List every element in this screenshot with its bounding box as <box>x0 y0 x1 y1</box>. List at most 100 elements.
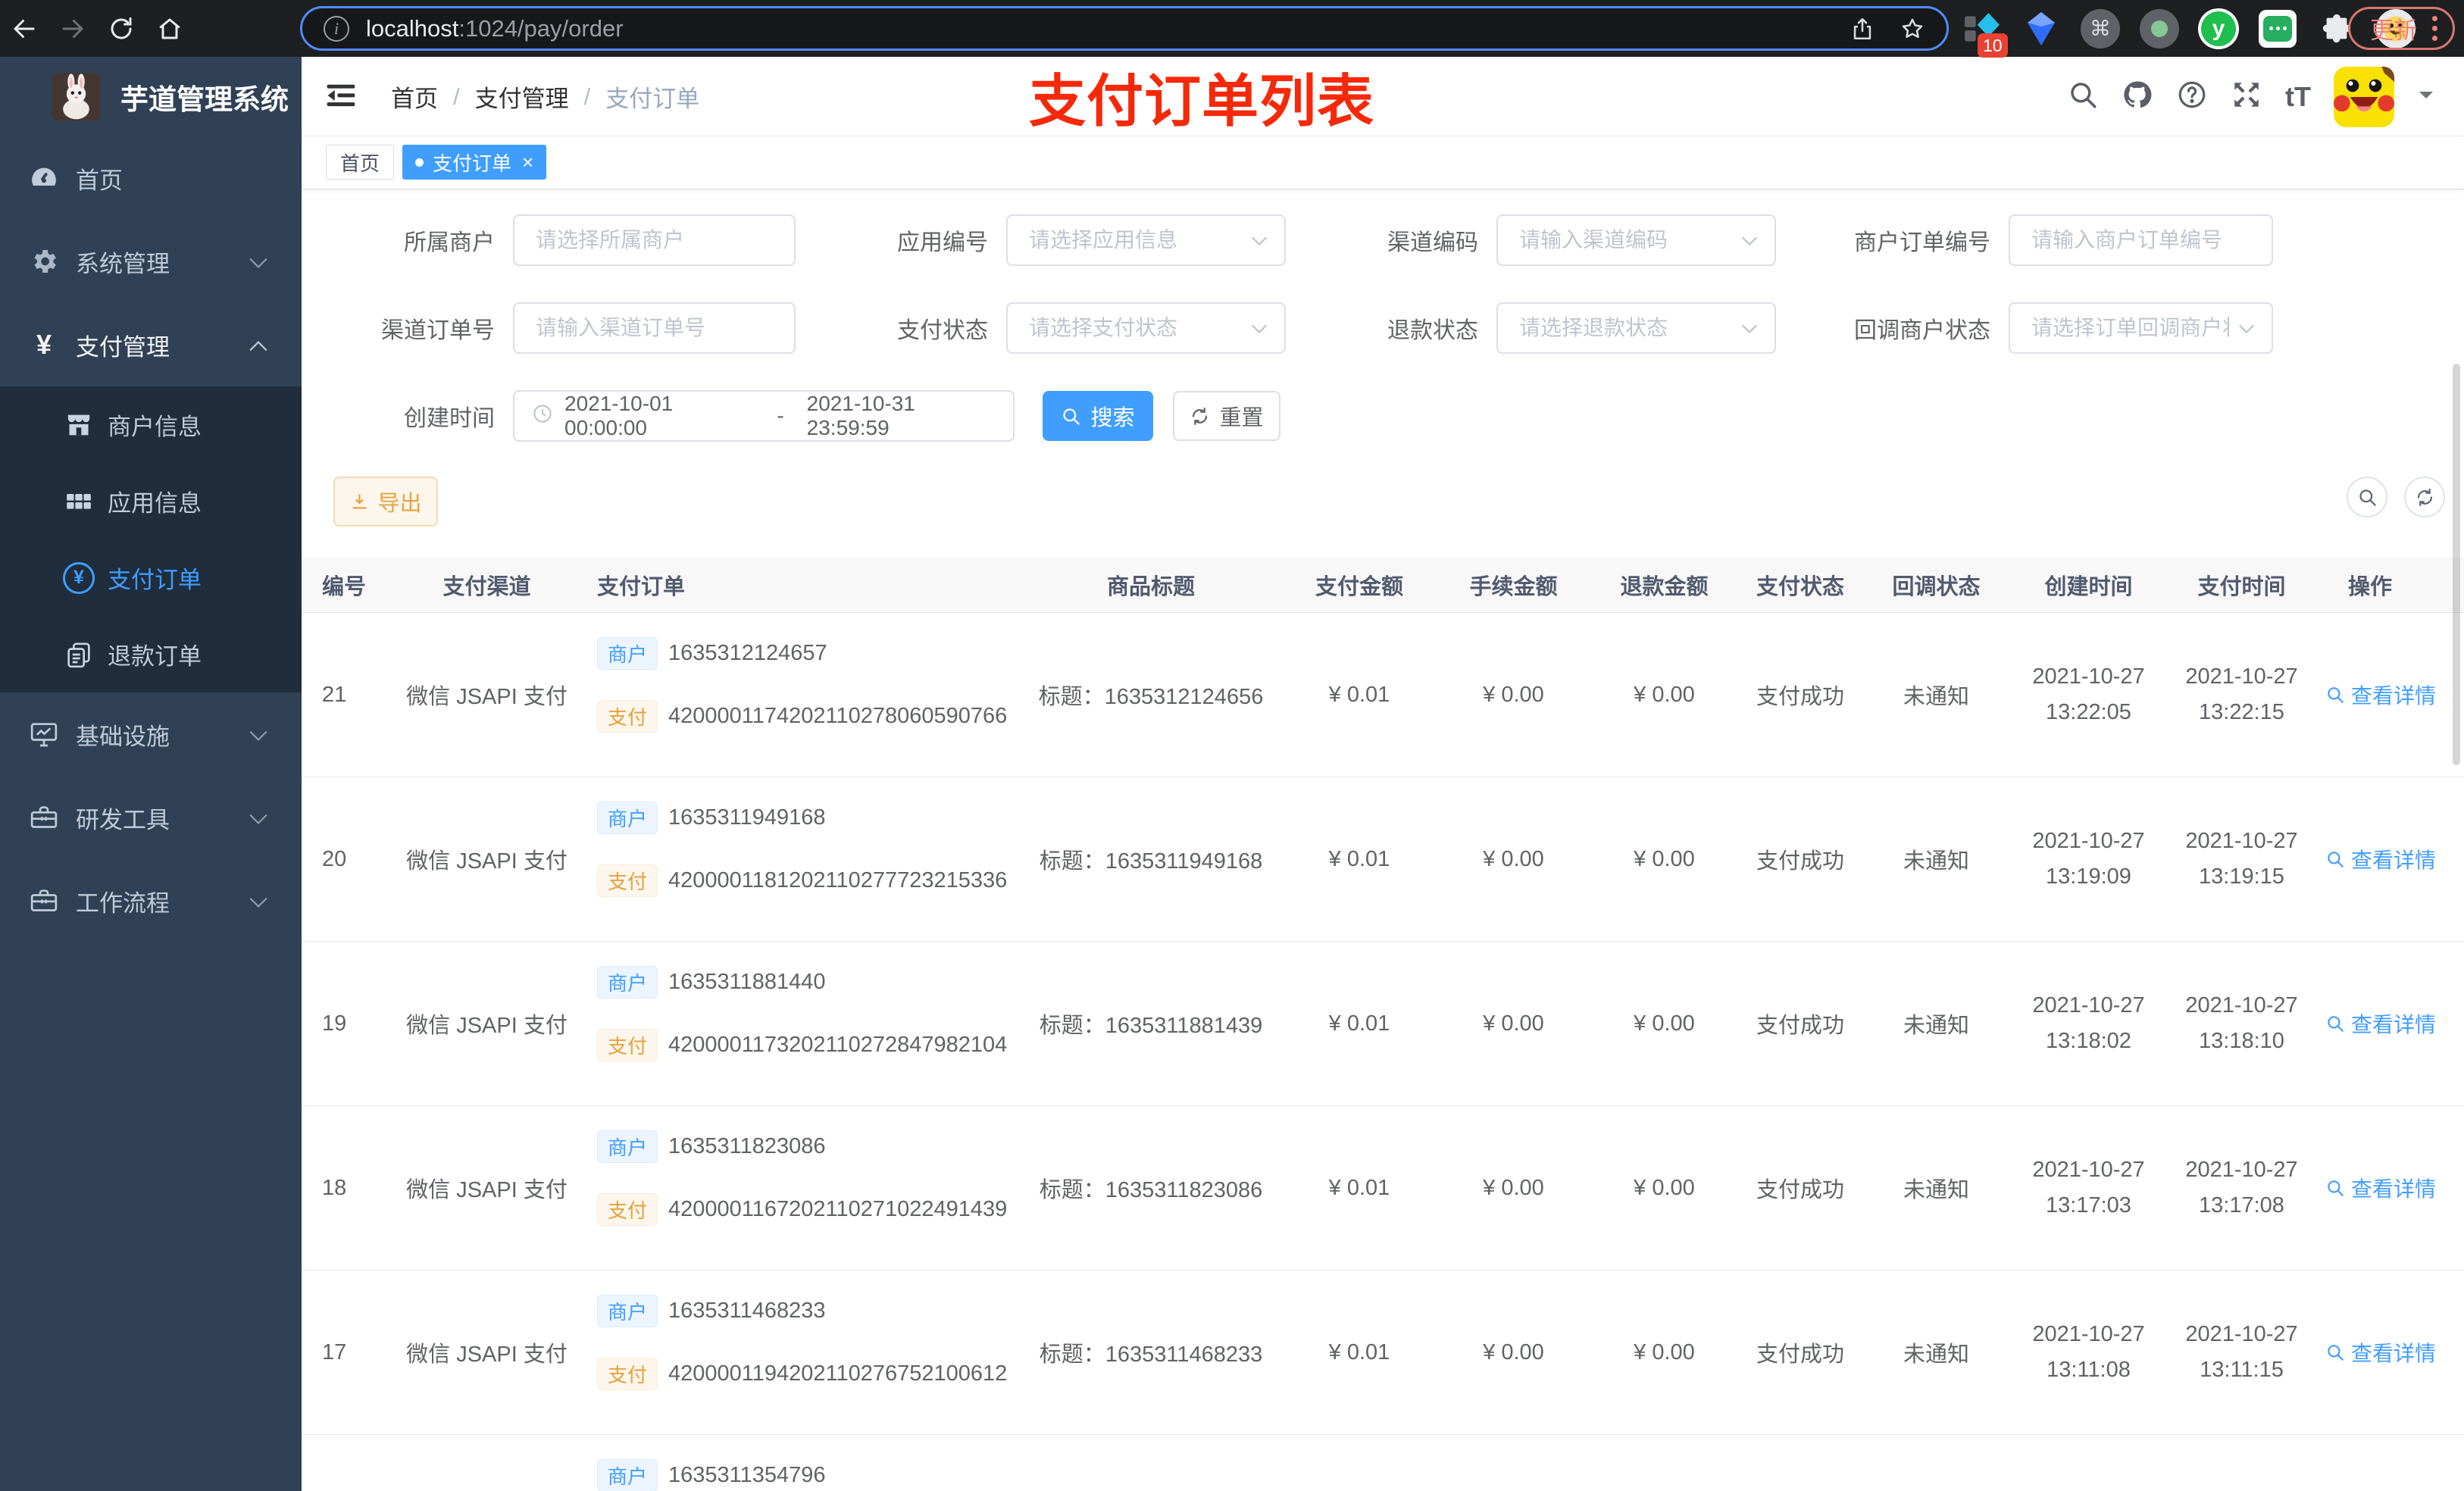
close-tab-icon[interactable]: × <box>522 152 533 172</box>
main-area: 首页 / 支付管理 / 支付订单 支付订单列表 tT 首页 支付订单 × 所属商… <box>302 57 2464 1491</box>
cell-amount: ¥ 0.01 <box>1328 1339 1390 1364</box>
view-detail-link[interactable]: 查看详情 <box>2325 680 2436 710</box>
extension-kite-icon[interactable] <box>2020 8 2062 50</box>
search-icon <box>2359 489 2376 506</box>
cell-fee: ¥ 0.00 <box>1483 846 1544 871</box>
col-pay-order: 支付订单 <box>597 575 686 599</box>
sidebar-item-home[interactable]: 首页 <box>0 136 302 220</box>
callback-status-select[interactable] <box>2009 302 2273 354</box>
cell-pay-order: 商户 1635311468233 支付 42000011942021102767… <box>581 1271 1021 1434</box>
tab-pay-order[interactable]: 支付订单 × <box>402 145 547 180</box>
sidebar-item-workflow[interactable]: 工作流程 <box>0 859 302 942</box>
sidebar-collapse-button[interactable] <box>324 79 361 115</box>
vertical-scrollbar[interactable] <box>2453 364 2460 765</box>
cell-fee: ¥ 0.00 <box>1483 682 1544 707</box>
cell-pay-time: 2021-10-27 13:18:10 <box>2185 993 2298 1053</box>
table-header: 编号 支付渠道 支付订单 商品标题 支付金额 手续金额 退款金额 支付状态 回调… <box>302 558 2464 613</box>
extension-y-icon[interactable]: y <box>2197 8 2240 50</box>
view-detail-link[interactable]: 查看详情 <box>2325 844 2436 874</box>
cell-title: 标题：1635311881439 <box>1039 1014 1263 1038</box>
app-title: 芋道管理系统 <box>120 83 289 115</box>
font-size-icon[interactable]: tT <box>2285 81 2311 113</box>
view-detail-link[interactable]: 查看详情 <box>2325 1173 2436 1203</box>
sidebar-item-system[interactable]: 系统管理 <box>0 220 302 303</box>
channel-order-no-input[interactable] <box>513 302 796 354</box>
extension-chat-icon[interactable] <box>2256 8 2299 50</box>
filter-label-refund-status: 退款状态 <box>1387 318 1478 343</box>
filter-label-callback-status: 回调商户状态 <box>1854 318 1990 343</box>
tab-home[interactable]: 首页 <box>326 145 395 180</box>
search-icon <box>1063 408 1080 425</box>
avatar-caret-icon[interactable] <box>2417 89 2435 105</box>
merchant-tag: 商户 <box>597 1459 658 1491</box>
extension-record-icon[interactable] <box>2138 8 2181 50</box>
share-icon[interactable] <box>1850 16 1875 42</box>
user-avatar[interactable] <box>2334 66 2394 127</box>
view-detail-link[interactable]: 查看详情 <box>2325 1008 2436 1039</box>
extension-badge: 10 <box>1978 33 2008 58</box>
cell-pay-time: 2021-10-27 13:11:15 <box>2185 1322 2298 1382</box>
extension-command-icon[interactable]: ⌘ <box>2079 8 2122 50</box>
show-search-toggle-button[interactable] <box>2347 477 2387 517</box>
cell-title: 标题：1635311468233 <box>1039 1343 1263 1367</box>
yen-circle-icon: ¥ <box>61 561 97 594</box>
clock-icon <box>531 402 554 430</box>
cell-channel: 微信 JSAPI 支付 <box>406 1343 568 1367</box>
cell-actions: 查看详情 <box>2318 1106 2464 1270</box>
cell-id: 17 <box>322 1339 347 1364</box>
browser-forward-button[interactable] <box>48 0 97 57</box>
merchant-tag: 商户 <box>597 1295 658 1327</box>
sidebar-item-app-info[interactable]: 应用信息 <box>0 463 302 539</box>
cell-pay-time: 2021-10-27 13:17:08 <box>2185 1158 2298 1217</box>
fullscreen-icon[interactable] <box>2231 79 2262 114</box>
channel-code-select[interactable] <box>1496 214 1776 266</box>
browser-reload-button[interactable] <box>97 0 145 57</box>
select-caret-icon <box>1251 236 1268 250</box>
merchant-select[interactable] <box>513 214 796 266</box>
refresh-table-button[interactable] <box>2404 477 2445 517</box>
cell-actions <box>2318 1435 2464 1491</box>
channel-order-no: 4200001167202110271022491439 <box>668 1197 1008 1221</box>
browser-home-button[interactable] <box>145 0 194 57</box>
help-icon[interactable] <box>2176 79 2208 114</box>
col-create-time: 创建时间 <box>2044 575 2133 599</box>
date-range-picker[interactable]: 2021-10-01 00:00:00 - 2021-10-31 23:59:5… <box>513 390 1015 442</box>
browser-menu-icon[interactable] <box>2432 16 2437 41</box>
chevron-down-icon <box>249 248 268 275</box>
site-info-icon[interactable]: i <box>324 15 349 42</box>
select-caret-icon <box>2238 324 2255 338</box>
extension-diamond-icon[interactable]: 10 <box>1961 8 2008 58</box>
search-button[interactable]: 搜索 <box>1043 391 1153 441</box>
cell-id: 20 <box>322 846 347 871</box>
sidebar-item-refund-order[interactable]: 退款订单 <box>0 616 302 692</box>
bookmark-star-icon[interactable] <box>1900 16 1925 42</box>
view-detail-link[interactable]: 查看详情 <box>2325 1337 2436 1368</box>
search-icon[interactable] <box>2067 79 2099 114</box>
export-button[interactable]: 导出 <box>333 477 438 527</box>
sidebar-item-pay-order[interactable]: ¥ 支付订单 <box>0 539 302 616</box>
sidebar-item-payment[interactable]: ¥ 支付管理 <box>0 303 302 386</box>
reset-button[interactable]: 重置 <box>1173 391 1280 441</box>
cell-channel: 微信 JSAPI 支付 <box>406 1014 568 1038</box>
browser-update-button[interactable]: 更新 <box>2348 7 2455 50</box>
tags-view-bar: 首页 支付订单 × <box>302 136 2464 189</box>
breadcrumb-home[interactable]: 首页 <box>391 80 438 114</box>
browser-back-button[interactable] <box>0 0 48 57</box>
github-icon[interactable] <box>2122 79 2153 114</box>
sidebar-item-dev-tools[interactable]: 研发工具 <box>0 776 302 859</box>
app-logo: 芋道管理系统 <box>0 57 302 136</box>
cell-channel <box>392 1435 581 1491</box>
cell-refund <box>1589 1435 1740 1491</box>
refund-status-select[interactable] <box>1496 302 1776 354</box>
col-id: 编号 <box>322 575 367 599</box>
pay-tag: 支付 <box>597 1193 658 1226</box>
address-bar[interactable]: i localhost:1024/pay/order <box>300 6 1949 51</box>
sidebar-item-merchant-info[interactable]: 商户信息 <box>0 386 302 463</box>
merchant-order-no-input[interactable] <box>2009 214 2273 266</box>
pay-status-select[interactable] <box>1006 302 1286 354</box>
sidebar-item-infrastructure[interactable]: 基础设施 <box>0 692 302 776</box>
breadcrumb-payment[interactable]: 支付管理 <box>475 80 569 114</box>
app-select[interactable] <box>1006 214 1286 266</box>
cell-actions: 查看详情 <box>2318 1271 2464 1434</box>
breadcrumb-current: 支付订单 <box>605 86 700 112</box>
